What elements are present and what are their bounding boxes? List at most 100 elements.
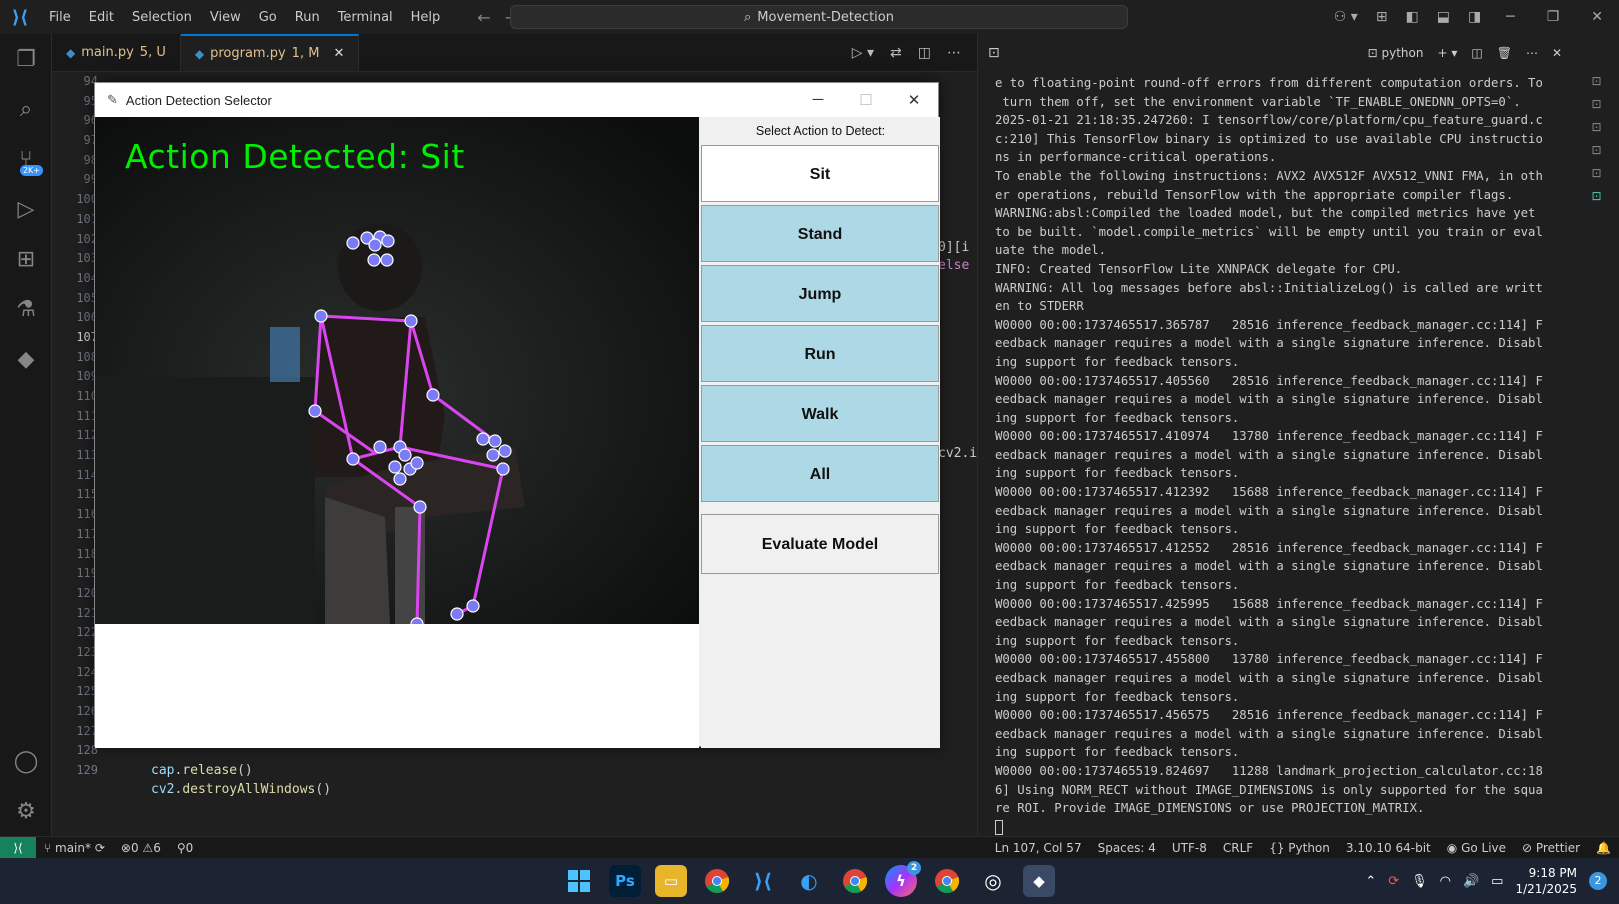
edge-icon[interactable]: ◐ xyxy=(793,865,825,897)
camera-app-icon[interactable]: ◎ xyxy=(977,865,1009,897)
layout-customize-icon[interactable]: ⊞ xyxy=(1367,9,1397,25)
extensions-icon[interactable]: ⊞ xyxy=(0,234,52,284)
command-center-search[interactable]: ⌕ Movement-Detection xyxy=(510,5,1128,29)
all-button[interactable]: All xyxy=(701,445,939,502)
tray-chevron-icon[interactable]: ⌃ xyxy=(1365,874,1376,889)
messenger-icon[interactable]: ϟ2 xyxy=(885,861,921,897)
dialog-title-bar[interactable]: ✎ Action Detection Selector ─ ☐ ✕ xyxy=(95,83,938,117)
terminal-shell-tab[interactable]: ⊡ python xyxy=(1368,46,1424,60)
dialog-maximize-icon[interactable]: ☐ xyxy=(842,91,890,109)
run-python-icon[interactable]: ▷ ▾ xyxy=(852,45,874,61)
tab-close-icon[interactable]: ✕ xyxy=(333,46,344,61)
volume-icon[interactable]: 🔊 xyxy=(1463,874,1479,889)
tab-main-py[interactable]: ◆ main.py 5, U xyxy=(52,34,181,71)
terminal-line: ing support for feedback tensors. xyxy=(995,689,1240,704)
terminal-instance-icon[interactable]: ⊡ xyxy=(1574,143,1619,166)
explorer-icon[interactable]: ❐ xyxy=(0,34,52,84)
branch-indicator[interactable]: ⑂ main* ⟳ xyxy=(36,841,113,855)
vscode-taskbar-icon[interactable]: ⟩⟨ xyxy=(747,865,779,897)
terminal-instance-icon[interactable]: ⊡ xyxy=(1574,166,1619,189)
python-icon[interactable]: ◆ xyxy=(0,334,52,384)
sit-button[interactable]: Sit xyxy=(701,145,939,202)
terminal-instance-icon[interactable]: ⊡ xyxy=(1574,120,1619,143)
indentation[interactable]: Spaces: 4 xyxy=(1090,841,1164,855)
photoshop-icon[interactable]: Ps xyxy=(609,865,641,897)
python-app-icon[interactable]: ◆ xyxy=(1023,865,1055,897)
end-of-line[interactable]: CRLF xyxy=(1215,841,1261,855)
cursor-position[interactable]: Ln 107, Col 57 xyxy=(987,841,1090,855)
menu-file[interactable]: File xyxy=(40,10,80,25)
split-terminal-icon[interactable]: ◫ xyxy=(1471,46,1482,60)
chrome-icon[interactable] xyxy=(701,865,733,897)
close-panel-icon[interactable]: ✕ xyxy=(1552,46,1562,60)
battery-icon[interactable]: ▭ xyxy=(1491,874,1503,889)
source-control-icon[interactable]: ⑂ 2K+ xyxy=(0,134,52,184)
menu-view[interactable]: View xyxy=(201,10,250,25)
dialog-minimize-icon[interactable]: ─ xyxy=(794,91,842,109)
split-editor-icon[interactable]: ◫ xyxy=(918,45,931,61)
terminal-instance-icon[interactable]: ⊡ xyxy=(1574,189,1619,212)
stand-button[interactable]: Stand xyxy=(701,205,939,262)
more-actions-icon[interactable]: ⋯ xyxy=(947,45,961,61)
copilot-icon[interactable]: ⚇ ▾ xyxy=(1325,9,1367,25)
go-live-button[interactable]: ◉ Go Live xyxy=(1439,841,1514,855)
microphone-icon[interactable]: 🎙 xyxy=(1411,874,1428,889)
search-icon[interactable]: ⌕ xyxy=(0,84,52,134)
compare-changes-icon[interactable]: ⇄ xyxy=(890,45,902,61)
problems-indicator[interactable]: ⊗0 ⚠6 xyxy=(113,841,169,855)
notification-count[interactable]: 2 xyxy=(1589,872,1607,890)
system-clock[interactable]: 9:18 PM 1/21/2025 xyxy=(1515,865,1577,897)
error-count: 0 xyxy=(130,840,139,855)
ports-indicator[interactable]: ⚲0 xyxy=(169,841,201,855)
terminal-instance-icon[interactable]: ⊡ xyxy=(1574,97,1619,120)
testing-icon[interactable]: ⚗ xyxy=(0,284,52,334)
prettier-check-icon: ⊘ xyxy=(1522,840,1536,855)
toggle-sidebar-icon[interactable]: ◧ xyxy=(1397,9,1428,25)
menu-terminal[interactable]: Terminal xyxy=(329,10,402,25)
new-terminal-icon[interactable]: + ▾ xyxy=(1437,46,1457,60)
sync-tray-icon[interactable]: ⟳ xyxy=(1388,874,1399,889)
settings-gear-icon[interactable]: ⚙ xyxy=(0,786,52,836)
action-selector-panel: Select Action to Detect: Sit Stand Jump … xyxy=(701,117,940,748)
minimize-icon[interactable]: ─ xyxy=(1490,9,1530,25)
code-line-128[interactable]: cv2.destroyAllWindows() xyxy=(151,782,331,797)
accounts-icon[interactable]: ◯ xyxy=(0,736,52,786)
terminal-more-icon[interactable]: ⋯ xyxy=(1526,46,1538,60)
run-button[interactable]: Run xyxy=(701,325,939,382)
terminal-line: ing support for feedback tensors. xyxy=(995,522,1240,537)
kill-terminal-icon[interactable]: 🗑 xyxy=(1497,46,1512,60)
menu-help[interactable]: Help xyxy=(402,10,450,25)
close-icon[interactable]: ✕ xyxy=(1575,9,1619,25)
notifications-bell-icon[interactable]: 🔔 xyxy=(1588,841,1619,855)
code-line-127[interactable]: cap.release() xyxy=(151,763,253,778)
evaluate-model-button[interactable]: Evaluate Model xyxy=(701,514,939,574)
terminal-instance-icon[interactable]: ⊡ xyxy=(1574,74,1619,97)
file-explorer-icon[interactable]: ▭ xyxy=(655,865,687,897)
tab-program-py[interactable]: ◆ program.py 1, M ✕ xyxy=(180,34,360,71)
terminal-line: eedback manager requires a model with a … xyxy=(995,726,1543,741)
python-interpreter[interactable]: 3.10.10 64-bit xyxy=(1338,841,1439,855)
terminal-output[interactable]: e to floating-point round-off errors fro… xyxy=(995,74,1555,836)
windows-start-icon[interactable] xyxy=(563,865,595,897)
toggle-panel-icon[interactable]: ⬓ xyxy=(1428,9,1459,25)
code-fragment: else xyxy=(938,258,970,273)
chrome-profile-icon[interactable] xyxy=(839,865,871,897)
dialog-close-icon[interactable]: ✕ xyxy=(890,91,938,109)
chrome-alt-icon[interactable] xyxy=(931,865,963,897)
menu-run[interactable]: Run xyxy=(286,10,329,25)
menu-go[interactable]: Go xyxy=(250,10,286,25)
restore-icon[interactable]: ❐ xyxy=(1531,9,1576,25)
encoding[interactable]: UTF-8 xyxy=(1164,841,1215,855)
remote-indicator-icon[interactable]: ⟩⟨ xyxy=(0,836,36,859)
jump-button[interactable]: Jump xyxy=(701,265,939,322)
select-action-label: Select Action to Detect: xyxy=(755,124,886,138)
wifi-icon[interactable]: ◠ xyxy=(1440,874,1451,889)
menu-selection[interactable]: Selection xyxy=(123,10,201,25)
walk-button[interactable]: Walk xyxy=(701,385,939,442)
language-mode[interactable]: {} Python xyxy=(1261,841,1338,855)
terminal-line: en to STDERR xyxy=(995,299,1084,314)
toggle-secondary-sidebar-icon[interactable]: ◨ xyxy=(1459,9,1490,25)
run-debug-icon[interactable]: ▷ xyxy=(0,184,52,234)
prettier-button[interactable]: ⊘ Prettier xyxy=(1514,841,1588,855)
menu-edit[interactable]: Edit xyxy=(80,10,123,25)
